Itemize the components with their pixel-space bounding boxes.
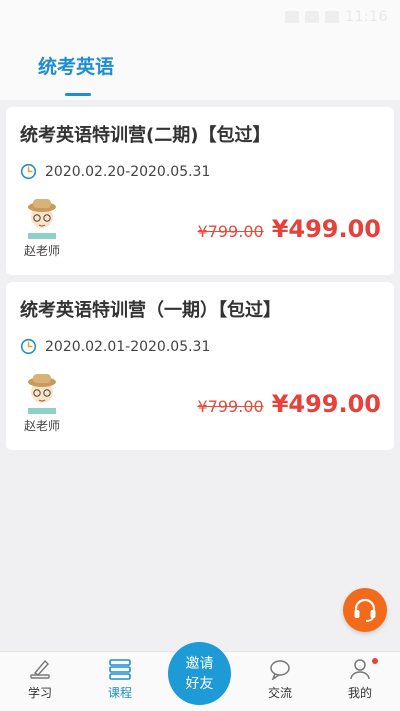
nav-learn[interactable]: 学习: [10, 658, 70, 701]
invite-label-line1: 邀请: [185, 655, 214, 672]
course-card[interactable]: 统考英语特训营（一期）【包过】 2020.02.01-2020.05.31 赵老…: [6, 282, 394, 450]
course-card[interactable]: 统考英语特训营(二期)【包过】 2020.02.20-2020.05.31 赵老…: [6, 107, 394, 275]
status-bar: 11:16: [0, 0, 400, 34]
tab-tongkao-english[interactable]: 统考英语: [38, 52, 114, 79]
original-price: ¥799.00: [197, 397, 264, 416]
course-date: 2020.02.20-2020.05.31: [45, 163, 211, 180]
header: 统考英语: [0, 34, 400, 100]
chat-bubble-icon: [270, 660, 290, 680]
battery-icon: [325, 11, 340, 23]
pencil-icon: [30, 659, 50, 679]
current-price: ¥499.00: [271, 390, 381, 418]
clock-icon: [20, 338, 37, 355]
course-title: 统考英语特训营（一期）【包过】: [20, 300, 281, 321]
signal-icon: [305, 11, 320, 23]
status-time: 11:16: [345, 9, 388, 25]
current-price: ¥499.00: [271, 215, 381, 243]
nav-chat-label: 交流: [267, 686, 292, 700]
nav-course[interactable]: 课程: [90, 658, 150, 701]
course-date: 2020.02.01-2020.05.31: [45, 338, 211, 355]
nav-course-label: 课程: [107, 686, 132, 700]
notification-dot: [372, 658, 378, 664]
date-row: 2020.02.01-2020.05.31: [20, 338, 210, 355]
nav-mine[interactable]: 我的: [330, 658, 390, 701]
date-row: 2020.02.20-2020.05.31: [20, 163, 210, 180]
course-title: 统考英语特训营(二期)【包过】: [20, 125, 271, 146]
user-icon: [350, 659, 370, 680]
teacher-name: 赵老师: [23, 244, 60, 258]
teacher: 赵老师: [20, 195, 64, 259]
course-list-icon: [109, 659, 131, 680]
headset-icon: [354, 598, 376, 622]
teacher-name: 赵老师: [23, 419, 60, 433]
tab-underline: [65, 93, 91, 96]
nav-learn-label: 学习: [27, 686, 52, 700]
teacher: 赵老师: [20, 370, 64, 434]
teacher-avatar: [28, 199, 56, 239]
invite-friends-button[interactable]: 邀请 好友: [168, 642, 231, 705]
teacher-avatar: [28, 374, 56, 414]
wifi-icon: [285, 11, 300, 23]
customer-service-button[interactable]: [343, 588, 387, 632]
original-price: ¥799.00: [197, 222, 264, 241]
price-row: ¥799.00 ¥499.00: [198, 215, 381, 243]
nav-chat[interactable]: 交流: [250, 658, 310, 701]
price-row: ¥799.00 ¥499.00: [198, 390, 381, 418]
nav-mine-label: 我的: [347, 686, 372, 700]
invite-label-line2: 好友: [185, 675, 214, 692]
clock-icon: [20, 163, 37, 180]
